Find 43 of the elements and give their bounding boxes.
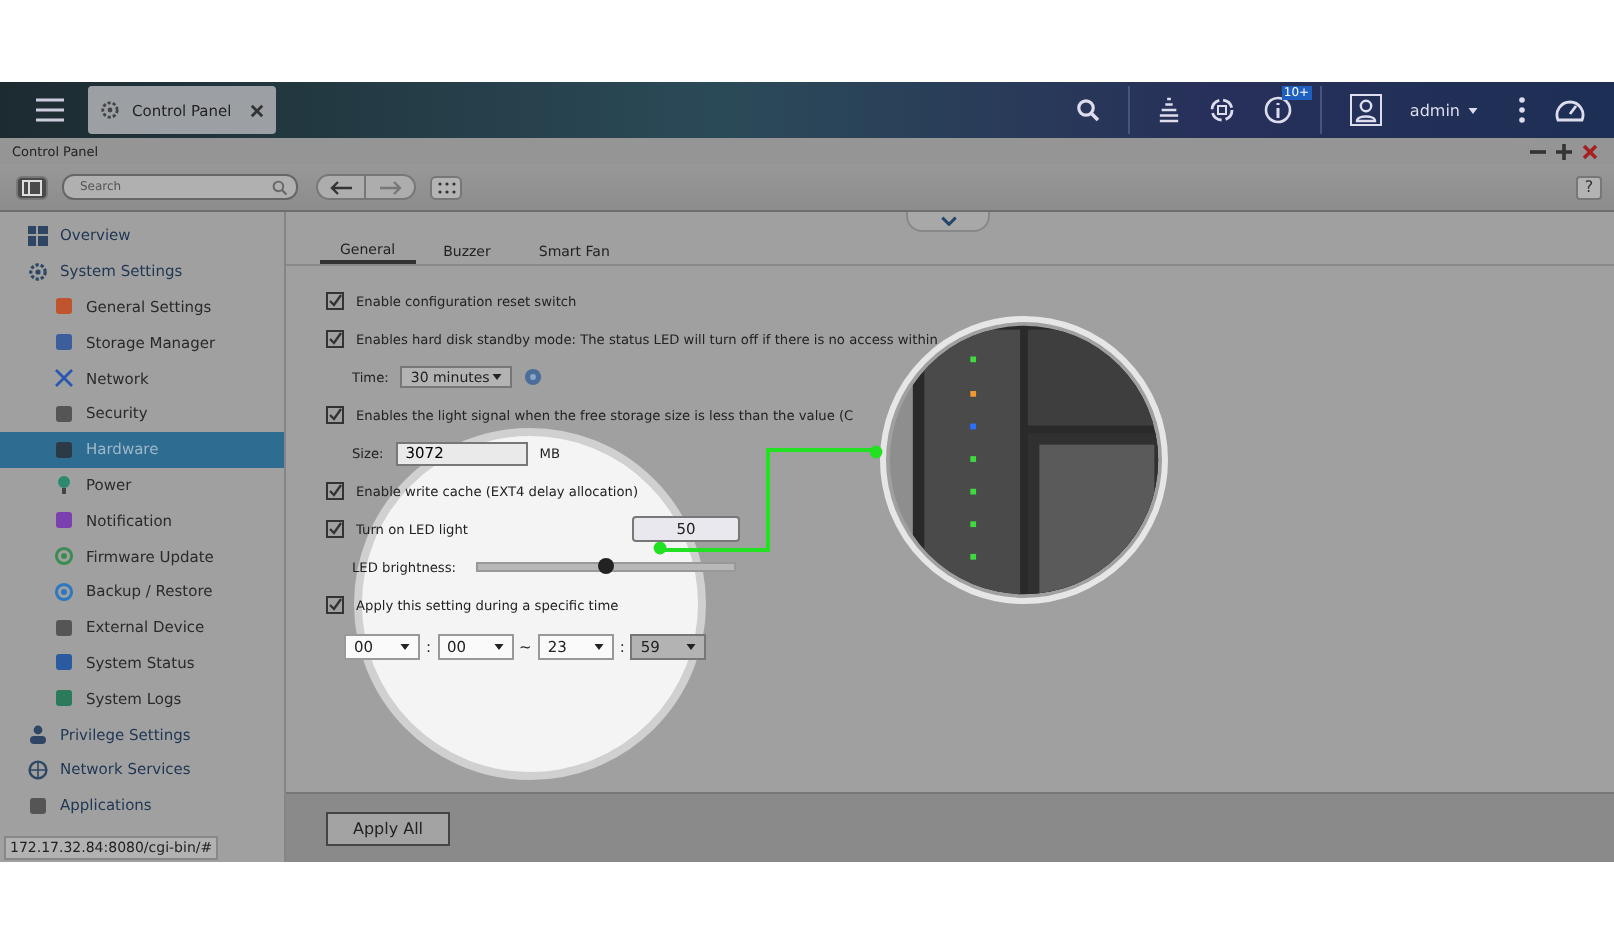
close-icon[interactable] xyxy=(250,103,264,117)
maximize-icon[interactable] xyxy=(1556,143,1572,159)
caret-icon xyxy=(400,643,410,649)
search-icon xyxy=(272,179,288,195)
caret-icon xyxy=(1468,107,1478,113)
user-icon[interactable] xyxy=(1349,94,1382,126)
checkbox[interactable] xyxy=(326,482,344,500)
menu-icon[interactable] xyxy=(36,98,64,122)
caret-icon xyxy=(492,374,503,380)
gauge-icon[interactable] xyxy=(1554,96,1586,124)
close-icon[interactable] xyxy=(1582,143,1598,159)
caret-icon xyxy=(686,643,697,649)
checkbox[interactable] xyxy=(326,596,344,614)
apps-button[interactable] xyxy=(430,175,462,199)
stack-icon[interactable] xyxy=(1157,96,1180,124)
checkbox[interactable] xyxy=(326,520,344,538)
caret-icon xyxy=(593,643,604,649)
info-icon[interactable] xyxy=(1263,96,1292,124)
brightness-slider[interactable] xyxy=(476,562,737,572)
chevron-down-icon xyxy=(939,216,957,226)
back-button[interactable] xyxy=(316,174,366,200)
grid-icon xyxy=(28,225,48,246)
checkbox[interactable] xyxy=(326,330,344,348)
panel-icon xyxy=(22,179,42,195)
bulb-icon xyxy=(54,474,74,495)
search-icon[interactable] xyxy=(1075,98,1100,122)
help-button[interactable]: ? xyxy=(1576,175,1602,199)
user-menu[interactable]: admin xyxy=(1409,101,1460,119)
caret-icon xyxy=(493,643,504,649)
gear-icon xyxy=(100,100,120,120)
more-icon[interactable] xyxy=(1518,96,1526,124)
left-arrow-icon xyxy=(329,179,353,195)
gear-icon xyxy=(28,261,48,282)
dots-grid-icon xyxy=(437,181,455,193)
checkbox[interactable] xyxy=(326,292,344,310)
collapse-tab[interactable] xyxy=(906,212,990,232)
sync-icon[interactable] xyxy=(1207,96,1236,124)
person-icon xyxy=(28,724,48,745)
apply-all-button[interactable]: Apply All xyxy=(326,811,450,845)
globe-icon xyxy=(28,759,48,780)
right-arrow-icon xyxy=(378,179,402,195)
sidebar-toggle-button[interactable] xyxy=(16,175,48,199)
checkbox[interactable] xyxy=(326,406,344,424)
